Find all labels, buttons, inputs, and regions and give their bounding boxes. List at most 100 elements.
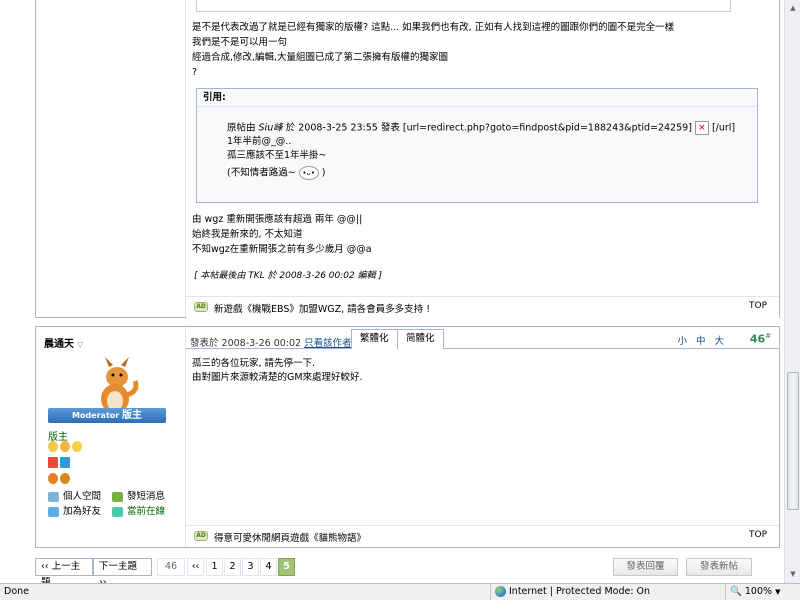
post-1-line: 我們是不是可以用一句	[192, 37, 288, 48]
next-topic-button[interactable]: 下一主題 ››	[93, 558, 152, 583]
quote-line: (不知情者路過~ •ᴗ• )	[227, 166, 747, 180]
online-label: 當前在線	[127, 506, 166, 517]
reply-line: 始終我是新來的, 不太知道	[192, 229, 303, 240]
author-name-text: 晨通天	[44, 339, 74, 350]
post-2-author-column: 晨通天 ▽ Moderator 版主 版主 個人空間 發短消息 加為好友 當前在…	[36, 327, 186, 547]
quote-text: )	[318, 167, 326, 179]
post-1: 是不是代表改過了就是已經有獨家的版權? 這點... 如果我們也有改, 正如有人找…	[35, 0, 780, 318]
broken-image-icon[interactable]: ×	[694, 121, 709, 135]
post-1-line: 是不是代表改過了就是已經有獨家的版權? 這點... 如果我們也有改, 正如有人找…	[192, 22, 675, 33]
browser-status-bar: Done Internet | Protected Mode: On 🔍 100…	[0, 583, 800, 600]
simplified-chinese-tab[interactable]: 简體化	[397, 329, 444, 349]
ad-link[interactable]: 新遊戲《機戰EBS》加盟WGZ, 請各會員多多支持 !	[214, 301, 430, 315]
quote-author: Siu峰	[258, 122, 283, 134]
floor-value: 46	[749, 332, 766, 346]
gear-medal-icon	[60, 473, 70, 484]
send-pm-link[interactable]: 發短消息	[112, 489, 176, 504]
prev-topic-button[interactable]: ‹‹ 上一主題	[35, 558, 93, 583]
reply-line: 不知wgz在重新開張之前有多少歲月 @@a	[192, 244, 372, 255]
first-page-link[interactable]: ‹‹	[187, 558, 204, 576]
top-link[interactable]: TOP	[749, 530, 767, 540]
post-2: 晨通天 ▽ Moderator 版主 版主 個人空間 發短消息 加為好友 當前在…	[35, 326, 780, 548]
post-1-line: ?	[192, 67, 198, 78]
red-medal-icon	[48, 457, 58, 468]
scroll-up-icon[interactable]: ▲	[787, 2, 799, 14]
post-date: 發表於 2008-3-26 00:02	[190, 338, 302, 349]
moderator-badge: Moderator 版主	[48, 408, 166, 423]
reply-line: 由 wgz 重新開張應該有超過 兩年 @@||	[192, 214, 363, 225]
medals	[48, 441, 98, 487]
quote-text: (不知情者路過~	[227, 167, 299, 179]
current-page: 5	[278, 558, 295, 576]
quote-content: 原帖由 Siu峰 於 2008-3-25 23:55 發表 [url=redir…	[227, 121, 747, 180]
only-author-link[interactable]: 只看該作者	[304, 338, 352, 349]
moon-medal-icon	[60, 441, 70, 452]
send-pm-label: 發短消息	[127, 491, 166, 502]
page-link[interactable]: 3	[242, 558, 259, 576]
page-link[interactable]: 1	[206, 558, 223, 576]
post-2-content: 發表於 2008-3-26 00:02 只看該作者 繁體化 简體化 小 中 大 …	[186, 327, 779, 547]
page-link[interactable]: 2	[224, 558, 241, 576]
chevron-down-icon[interactable]: ▽	[77, 341, 82, 349]
post-2-body: 孤三的各位玩家, 請先停一下. 由對圖片來源較清楚的GM來處理好較好.	[192, 357, 363, 385]
globe-icon	[495, 586, 506, 597]
friend-icon	[48, 506, 59, 517]
online-user-icon	[112, 506, 123, 517]
profile-label: 個人空間	[63, 491, 102, 502]
ad-icon: AD	[194, 302, 208, 312]
new-post-button[interactable]: 發表新帖	[686, 558, 752, 576]
smiley-medal-icon	[48, 441, 58, 452]
reply-button[interactable]: 發表回覆	[613, 558, 678, 576]
post-1-author-column	[36, 0, 186, 317]
post-1-reply: 由 wgz 重新開張應該有超過 兩年 @@|| 始終我是新來的, 不太知道 不知…	[192, 212, 372, 257]
zoom-control[interactable]: 🔍 100% ▼	[725, 584, 800, 600]
status-text: Done	[4, 586, 29, 597]
scroll-thumb[interactable]	[787, 372, 799, 510]
quote-link-end: [/url]	[708, 122, 736, 134]
badge-prefix: Moderator	[71, 411, 120, 420]
badge-title: 版主	[122, 410, 142, 421]
quote-block: 引用: 原帖由 Siu峰 於 2008-3-25 23:55 發表 [url=r…	[196, 88, 758, 203]
total-pages: 46	[157, 558, 185, 576]
font-size-control[interactable]: 小 中 大	[677, 333, 727, 347]
post-1-footer: AD 新遊戲《機戰EBS》加盟WGZ, 請各會員多多支持 ! TOP	[186, 296, 779, 318]
home-icon	[48, 491, 59, 502]
add-friend-label: 加為好友	[63, 506, 102, 517]
previous-quote-box-edge	[196, 0, 731, 12]
quote-link-text: 於 2008-3-25 23:55 發表 [url=redirect.php?g…	[282, 122, 692, 134]
vertical-scrollbar[interactable]: ▲ ▼	[784, 0, 800, 583]
floor-suffix: #	[765, 332, 771, 340]
ad-icon: AD	[194, 531, 208, 541]
top-link[interactable]: TOP	[749, 301, 767, 311]
zone-text: Internet | Protected Mode: On	[509, 586, 651, 597]
post-2-line: 孤三的各位玩家, 請先停一下.	[192, 358, 316, 369]
traditional-chinese-tab[interactable]: 繁體化	[351, 329, 398, 349]
post-1-content: 是不是代表改過了就是已經有獨家的版權? 這點... 如果我們也有改, 正如有人找…	[186, 0, 779, 318]
smiley-icon: •ᴗ•	[298, 166, 319, 180]
security-zone[interactable]: Internet | Protected Mode: On	[490, 584, 725, 600]
zoom-level: 100%	[744, 586, 773, 597]
author-name[interactable]: 晨通天 ▽	[44, 335, 83, 350]
post-2-footer: AD 得意可愛休閒網頁遊戲《貓熊物語》 TOP	[186, 525, 779, 547]
post-meta: 發表於 2008-3-26 00:02 只看該作者	[190, 335, 352, 349]
post-2-header: 發表於 2008-3-26 00:02 只看該作者 繁體化 简體化 小 中 大 …	[186, 327, 779, 349]
mail-icon	[112, 491, 123, 502]
star-medal-icon	[72, 441, 82, 452]
quote-line: 原帖由 Siu峰 於 2008-3-25 23:55 發表 [url=redir…	[227, 121, 747, 135]
forum-page: 是不是代表改過了就是已經有獨家的版權? 這點... 如果我們也有改, 正如有人找…	[0, 0, 784, 583]
add-friend-link[interactable]: 加為好友	[48, 504, 112, 519]
profile-link[interactable]: 個人空間	[48, 489, 112, 504]
scroll-down-icon[interactable]: ▼	[787, 568, 799, 580]
quote-title: 引用:	[197, 89, 757, 107]
ad-link[interactable]: 得意可愛休閒網頁遊戲《貓熊物語》	[214, 530, 366, 544]
page-link[interactable]: 4	[260, 558, 277, 576]
flower-medal-icon	[48, 473, 58, 484]
post-1-line: 經過合成,修改,編輯,大量組圖已成了第二張擁有版權的獨家圖	[192, 52, 449, 63]
edited-note: [ 本帖最後由 TKL 於 2008-3-26 00:02 編輯 ]	[194, 271, 382, 281]
quote-line: 孤三應該不至1年半掛~	[227, 150, 327, 161]
chevron-down-icon[interactable]: ▼	[775, 588, 780, 596]
online-status: 當前在線	[112, 504, 176, 519]
post-1-body: 是不是代表改過了就是已經有獨家的版權? 這點... 如果我們也有改, 正如有人找…	[192, 20, 674, 80]
quote-line: 1年半前@_@..	[227, 136, 292, 147]
post-2-line: 由對圖片來源較清楚的GM來處理好較好.	[192, 372, 363, 383]
